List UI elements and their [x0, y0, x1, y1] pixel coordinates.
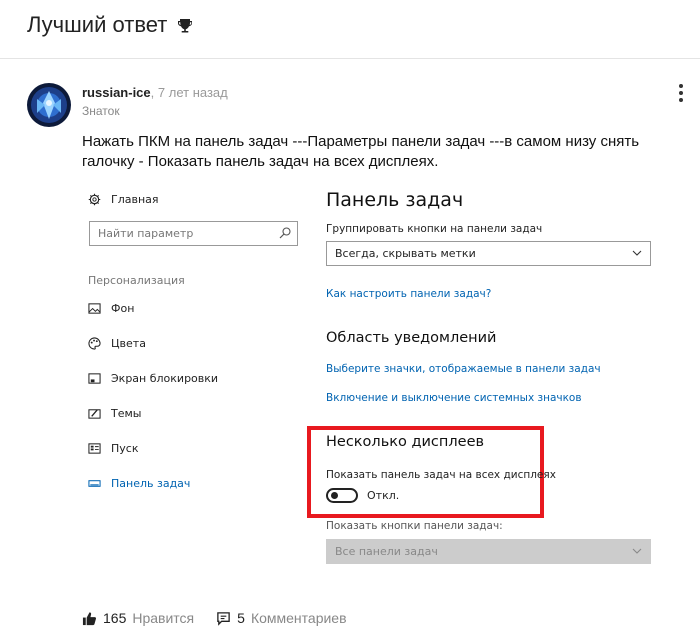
trophy-icon [178, 19, 193, 33]
group-buttons-value: Всегда, скрывать метки [335, 247, 476, 260]
like-button[interactable]: 165 Нравится [82, 610, 194, 626]
sidebar-item-background[interactable]: Фон [88, 302, 134, 315]
palette-icon [88, 337, 101, 350]
search-placeholder: Найти параметр [98, 227, 194, 240]
system-icons-link[interactable]: Включение и выключение системных значков [326, 392, 582, 404]
more-options-icon[interactable] [676, 84, 686, 104]
answer-text: Нажать ПКМ на панель задач ---Параметры … [82, 133, 640, 170]
customize-taskbar-link[interactable]: Как настроить панели задач? [326, 288, 491, 300]
page-title: Лучший ответ [27, 12, 193, 38]
sidebar-item-label: Пуск [111, 442, 139, 455]
settings-panel-title: Панель задач [326, 189, 464, 211]
settings-screenshot: Главная Найти параметр Персонализация Фо… [82, 180, 672, 580]
show-buttons-label: Показать кнопки панели задач: [326, 520, 503, 532]
sidebar-item-home[interactable]: Главная [88, 193, 159, 206]
gear-icon [88, 193, 101, 206]
sidebar-item-label: Темы [111, 407, 142, 420]
sidebar-item-start[interactable]: Пуск [88, 442, 138, 455]
show-buttons-dropdown: Все панели задач [326, 539, 651, 564]
comments-count: 5 [237, 610, 245, 626]
select-icons-link[interactable]: Выберите значки, отображаемые в панели з… [326, 363, 601, 375]
likes-count: 165 [103, 610, 127, 626]
settings-search-input[interactable]: Найти параметр [89, 221, 298, 246]
show-buttons-value: Все панели задач [335, 545, 438, 558]
avatar-image [27, 83, 71, 127]
show-on-all-displays-label: Показать панель задач на всех дисплеях [326, 469, 556, 481]
sidebar-item-label: Экран блокировки [111, 372, 219, 385]
sidebar-section-title: Персонализация [88, 274, 185, 287]
sidebar-item-lock-screen[interactable]: Экран блокировки [88, 372, 218, 385]
toggle-state-label: Откл. [367, 489, 400, 502]
notification-area-title: Область уведомлений [326, 330, 497, 346]
themes-icon [88, 409, 101, 419]
header-divider [0, 58, 700, 59]
chevron-down-icon [632, 250, 642, 256]
sidebar-item-label: Цвета [111, 337, 146, 350]
comments-label: Комментариев [250, 610, 347, 626]
search-icon[interactable] [279, 227, 291, 239]
sidebar-item-colors[interactable]: Цвета [88, 337, 146, 350]
start-icon [88, 443, 101, 454]
thumbs-up-icon [82, 611, 97, 625]
multiple-displays-title: Несколько дисплеев [326, 434, 485, 450]
author-name[interactable]: russian-ice [82, 85, 151, 100]
sidebar-item-label: Панель задач [111, 477, 191, 490]
chevron-down-icon [632, 548, 642, 554]
image-icon [88, 303, 101, 314]
likes-label: Нравится [132, 610, 195, 626]
sidebar-item-taskbar[interactable]: Панель задач [88, 477, 190, 490]
post-time: 7 лет назад [157, 85, 228, 100]
group-buttons-label: Группировать кнопки на панели задач [326, 223, 543, 235]
answer-footer: 165 Нравится 5 Комментариев [82, 610, 369, 626]
lock-screen-icon [88, 373, 101, 384]
author-line: russian-ice, 7 лет назад [82, 85, 228, 100]
author-separator: , [150, 85, 155, 100]
avatar[interactable] [27, 83, 71, 127]
sidebar-item-label: Фон [111, 302, 135, 315]
group-buttons-dropdown[interactable]: Всегда, скрывать метки [326, 241, 651, 266]
sidebar-home-label: Главная [111, 193, 159, 206]
show-on-all-displays-toggle[interactable] [326, 488, 358, 503]
taskbar-icon [88, 480, 101, 487]
comment-icon [217, 611, 230, 626]
author-rank: Знаток [82, 104, 120, 118]
page-title-text: Лучший ответ [27, 12, 168, 37]
comments-button[interactable]: 5 Комментариев [216, 610, 347, 626]
toggle-knob [331, 492, 338, 499]
sidebar-item-themes[interactable]: Темы [88, 407, 141, 420]
